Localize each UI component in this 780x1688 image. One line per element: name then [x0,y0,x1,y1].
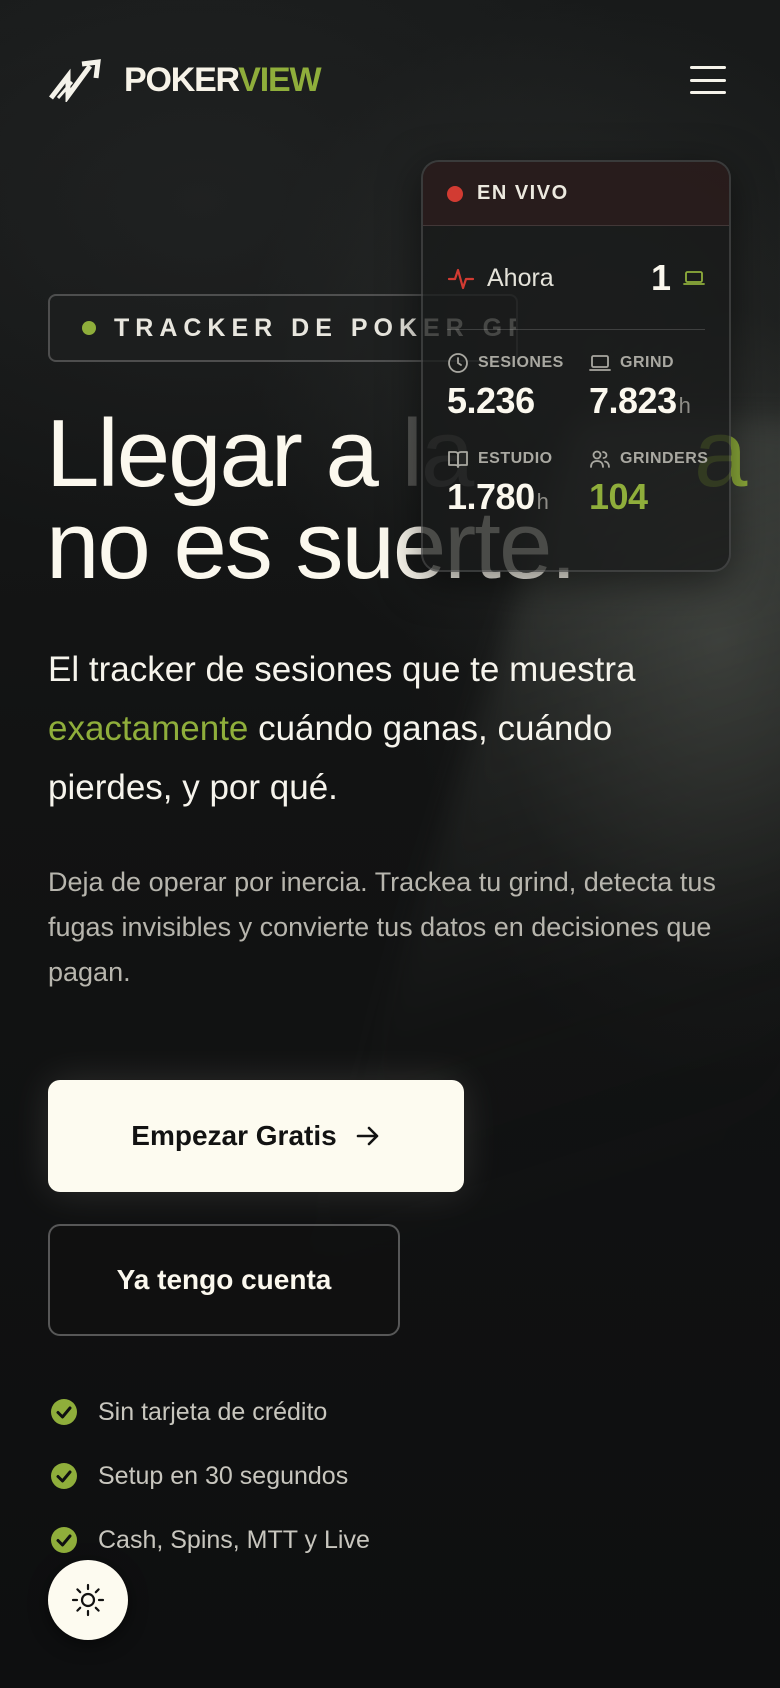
stat-label: GRIND [620,354,675,371]
subtitle-accent: exactamente [48,709,249,748]
live-dot-icon [447,185,463,202]
start-free-button[interactable]: Empezar Gratis [48,1080,464,1192]
feature-text: Cash, Spins, MTT y Live [98,1525,370,1554]
brand-name: POKERVIEW [124,60,322,100]
hero-subtitle: El tracker de sesiones que te muestra ex… [48,640,738,817]
sun-icon [71,1583,105,1617]
stat-value: 7.823h [589,380,729,422]
stat-unit: h [678,393,691,418]
site-header: POKERVIEW [48,56,728,104]
brand-name-part2: VIEW [238,60,321,99]
stat-label: GRINDERS [620,450,709,467]
stats-grid: SESIONES 5.236 GRIND 7.823h ESTUDIO 1.78… [423,330,729,518]
now-row: Ahora 1 [423,226,729,330]
stat-grind: GRIND 7.823h [589,352,729,422]
hamburger-icon-line [690,66,726,69]
now-label: Ahora [487,263,554,292]
stat-number: 7.823 [589,380,677,421]
menu-button[interactable] [688,62,728,98]
stat-label: SESIONES [478,354,564,371]
headline-line1: Llegar a la [46,400,474,507]
feature-list: Sin tarjeta de crédito Setup en 30 segun… [50,1396,370,1588]
laptop-icon [589,355,611,371]
chart-zigzag-icon [49,59,101,102]
stat-number: 1.780 [447,476,535,517]
subtitle-start: El tracker de sesiones que te muestra [48,650,636,689]
brand-logo-link[interactable]: POKERVIEW [48,58,322,102]
live-status: EN VIVO [477,182,569,204]
stat-value: 5.236 [447,380,587,422]
stat-estudio: ESTUDIO 1.780h [447,448,587,518]
login-label: Ya tengo cuenta [116,1264,332,1295]
stat-number: 5.236 [447,380,535,421]
stat-label: ESTUDIO [478,450,553,467]
hamburger-icon-line [690,91,726,94]
login-button[interactable]: Ya tengo cuenta [48,1224,400,1336]
arrow-right-icon [356,1126,379,1146]
clock-icon [448,353,468,373]
hamburger-icon-line [690,78,726,82]
list-item: Cash, Spins, MTT y Live [50,1524,370,1556]
feature-text: Sin tarjeta de crédito [98,1397,328,1426]
headline-line1-start: Llegar a [46,400,402,507]
users-icon [590,450,610,468]
stat-value: 1.780h [447,476,587,518]
check-circle-icon [51,1399,77,1425]
book-icon [448,451,468,468]
live-card-header: EN VIVO [423,162,729,226]
check-circle-icon [51,1527,77,1553]
live-stats-card: EN VIVO Ahora 1 SESIONES 5.236 GRIND 7.8… [421,160,731,572]
stat-sesiones: SESIONES 5.236 [447,352,587,422]
now-value: 1 [650,257,671,298]
list-item: Sin tarjeta de crédito [50,1396,370,1428]
hero-description: Deja de operar por inercia. Trackea tu g… [48,867,716,987]
brand-name-part1: POKER [124,60,240,99]
theme-toggle-button[interactable] [48,1560,128,1640]
laptop-icon [683,271,705,285]
stat-value: 104 [589,476,729,518]
check-circle-icon [51,1463,77,1489]
badge-dot-icon [82,321,96,335]
start-free-label: Empezar Gratis [131,1120,337,1151]
feature-text: Setup en 30 segundos [98,1461,349,1490]
pulse-icon [447,268,475,290]
stat-number: 104 [589,476,648,517]
stat-unit: h [536,489,549,514]
stat-grinders: GRINDERS 104 [589,448,729,518]
list-item: Setup en 30 segundos [50,1460,370,1492]
